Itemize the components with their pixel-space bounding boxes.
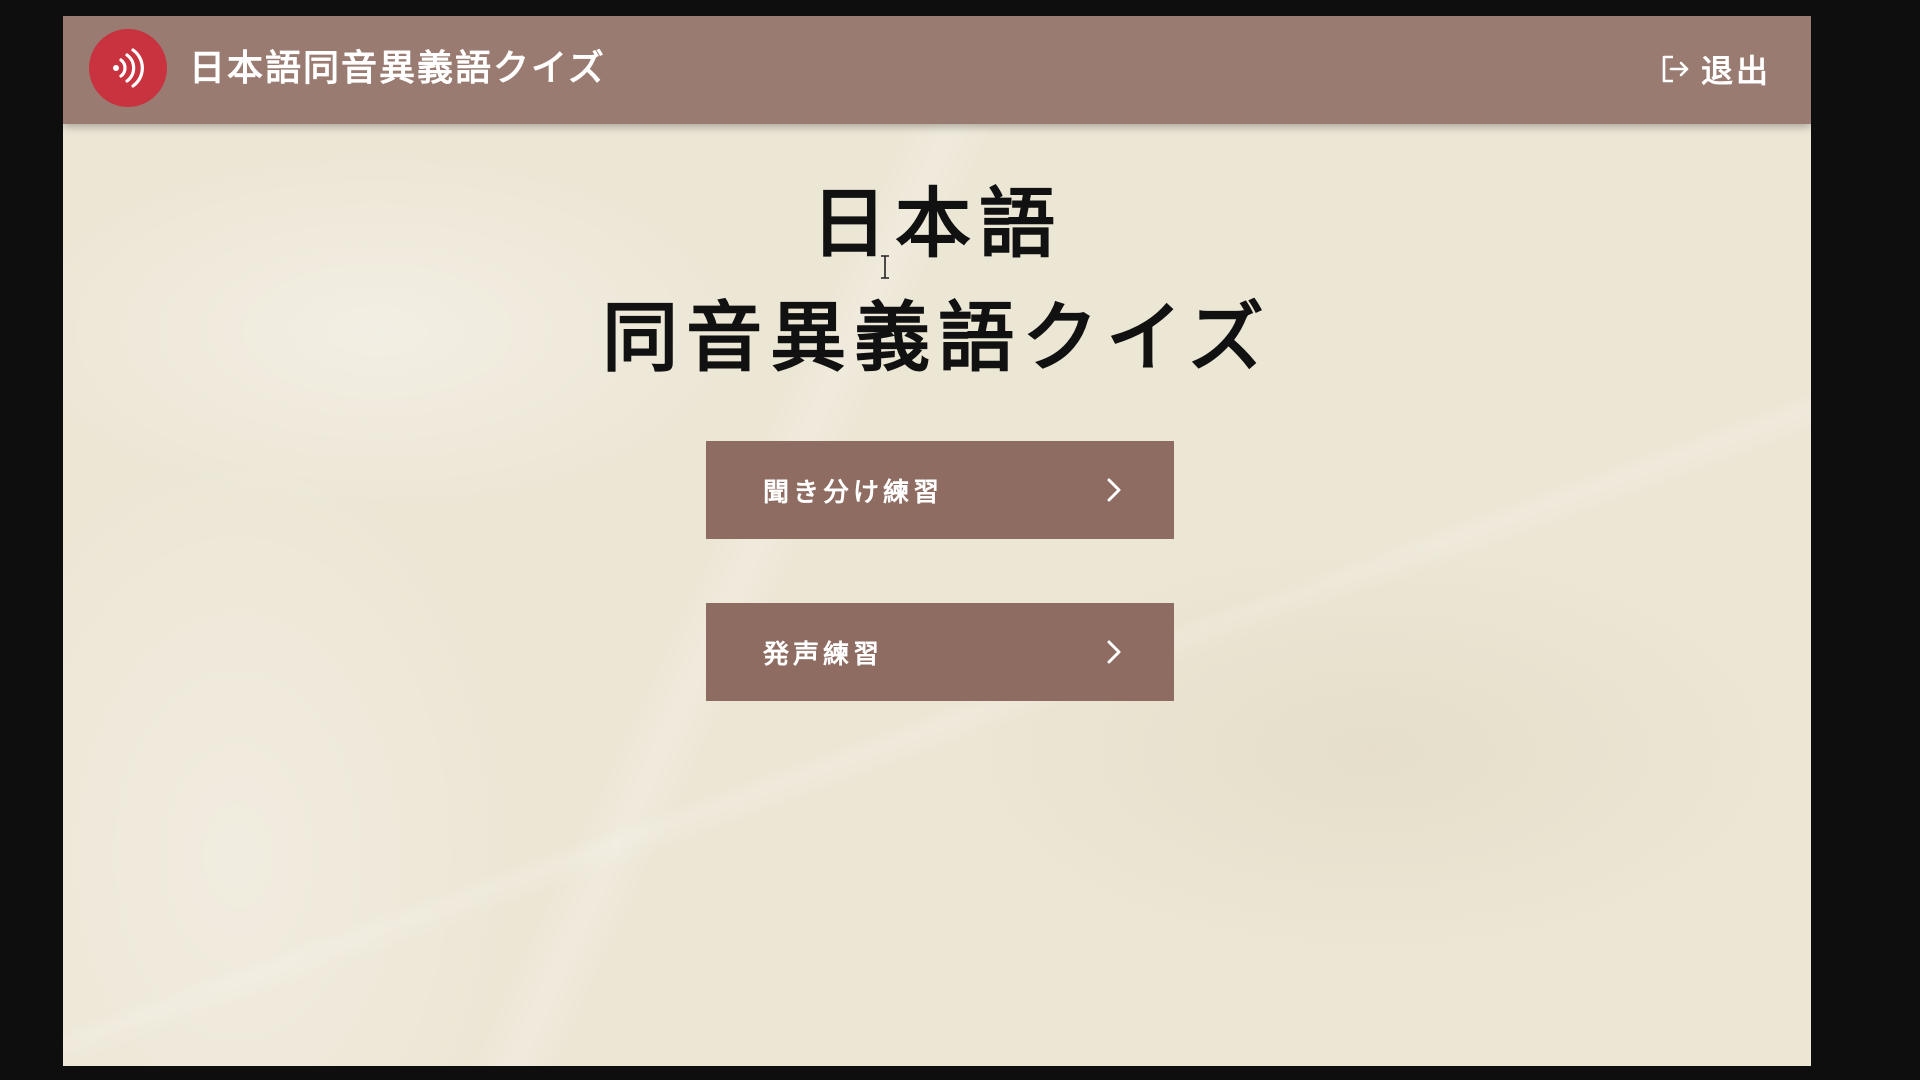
logout-icon	[1662, 55, 1689, 83]
app-logo	[89, 29, 167, 107]
pronunciation-practice-label: 発声練習	[763, 639, 884, 670]
app-window: 日本語同音異義語クイズ 退出 日本語 同音異義語クイズ 聞き分け練習 発声練習	[63, 16, 1811, 1066]
listening-practice-button[interactable]: 聞き分け練習	[706, 441, 1174, 539]
exit-button[interactable]: 退出	[1659, 46, 1771, 92]
text-cursor-icon	[881, 255, 889, 279]
exit-label: 退出	[1700, 52, 1771, 90]
pronunciation-practice-button[interactable]: 発声練習	[706, 603, 1174, 701]
chevron-right-icon	[1107, 640, 1121, 664]
title-line-1: 日本語	[811, 179, 1063, 268]
header-bar: 日本語同音異義語クイズ 退出	[63, 16, 1811, 124]
sound-wave-icon	[113, 48, 144, 88]
listening-practice-label: 聞き分け練習	[763, 477, 944, 508]
page-title: 日本語 同音異義語クイズ	[63, 176, 1811, 386]
title-line-2: 同音異義語クイズ	[602, 293, 1272, 382]
header-title: 日本語同音異義語クイズ	[189, 47, 606, 89]
chevron-right-icon	[1107, 478, 1121, 502]
